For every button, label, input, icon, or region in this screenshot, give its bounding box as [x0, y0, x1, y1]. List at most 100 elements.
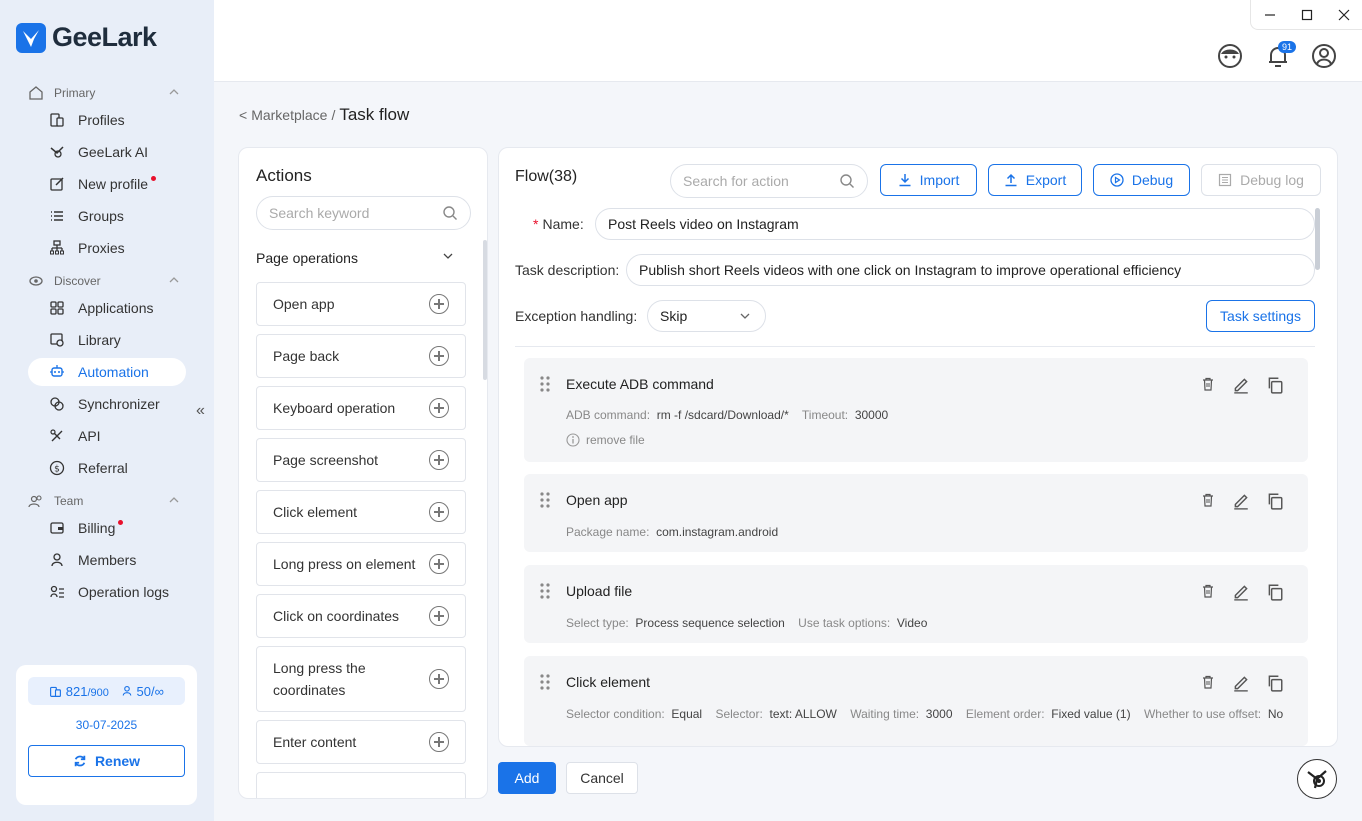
export-button[interactable]: Export	[988, 164, 1082, 196]
flow-step[interactable]: Open app Package name: com.instagram.and…	[524, 474, 1308, 552]
action-item[interactable]: Click on coordinates	[256, 594, 466, 638]
sidebar-item-label: Groups	[78, 208, 124, 224]
action-item[interactable]: Enter content	[256, 720, 466, 764]
minimize-icon[interactable]	[1264, 9, 1276, 21]
flow-step[interactable]: Execute ADB command ADB command: rm -f /…	[524, 358, 1308, 462]
user-icon	[122, 685, 132, 696]
groups-icon	[51, 211, 63, 221]
delete-icon[interactable]	[1200, 376, 1216, 392]
import-button[interactable]: Import	[880, 164, 977, 196]
edit-icon[interactable]	[1232, 376, 1250, 394]
delete-icon[interactable]	[1200, 583, 1216, 599]
plan-card: 821/900 50/∞ 30-07-2025 Renew	[16, 665, 197, 805]
cancel-button[interactable]: Cancel	[566, 762, 638, 794]
sidebar-item-geelark-ai[interactable]: GeeLark AI	[28, 138, 186, 166]
section-team[interactable]: Team	[28, 493, 180, 509]
edit-icon[interactable]	[1232, 674, 1250, 692]
support-icon[interactable]	[1216, 42, 1244, 70]
sidebar-item-label: Referral	[78, 460, 128, 476]
collapse-sidebar-icon[interactable]: «	[196, 402, 205, 420]
edit-icon[interactable]	[1232, 492, 1250, 510]
sidebar-item-billing[interactable]: Billing	[28, 514, 186, 542]
delete-icon[interactable]	[1200, 492, 1216, 508]
add-circle-icon[interactable]	[429, 554, 449, 574]
drag-handle-icon[interactable]	[540, 583, 550, 599]
sidebar-item-groups[interactable]: Groups	[28, 202, 186, 230]
copy-icon[interactable]	[1266, 583, 1284, 601]
logo-text: GeeLark	[52, 22, 157, 52]
add-circle-icon[interactable]	[429, 606, 449, 626]
sidebar-item-new-profile[interactable]: New profile	[28, 170, 186, 198]
account-icon[interactable]	[1310, 42, 1338, 70]
drag-handle-icon[interactable]	[540, 376, 550, 392]
action-item[interactable]: Long press on element	[256, 542, 466, 586]
sidebar-item-synchronizer[interactable]: Synchronizer	[28, 390, 186, 418]
copy-icon[interactable]	[1266, 376, 1284, 394]
keyword-search-input[interactable]: Search keyword	[256, 196, 471, 230]
action-item[interactable]: Page back	[256, 334, 466, 378]
operation-logs-icon	[50, 585, 64, 598]
copy-icon[interactable]	[1266, 492, 1284, 510]
task-settings-button[interactable]: Task settings	[1206, 300, 1315, 332]
section-discover[interactable]: Discover	[28, 273, 180, 289]
add-circle-icon[interactable]	[429, 450, 449, 470]
flow-step[interactable]: Click element Selector condition: Equal …	[524, 656, 1308, 746]
debug-log-button[interactable]: Debug log	[1201, 164, 1321, 196]
drag-handle-icon[interactable]	[540, 492, 550, 508]
action-item[interactable]: Long press the coordinates	[256, 646, 466, 712]
delete-icon[interactable]	[1200, 674, 1216, 690]
breadcrumb-back[interactable]: <	[239, 107, 247, 123]
copy-icon[interactable]	[1266, 674, 1284, 692]
section-primary[interactable]: Primary	[28, 85, 180, 101]
logo: GeeLark	[16, 22, 157, 53]
edit-icon[interactable]	[1232, 583, 1250, 601]
sidebar-item-api[interactable]: API	[28, 422, 186, 450]
assistant-button[interactable]	[1297, 759, 1337, 799]
sidebar-item-profiles[interactable]: Profiles	[28, 106, 186, 134]
flow-step[interactable]: Upload file Select type: Process sequenc…	[524, 565, 1308, 643]
action-item[interactable]: Click element	[256, 490, 466, 534]
add-circle-icon[interactable]	[429, 669, 449, 689]
action-item-partial[interactable]	[256, 772, 466, 798]
task-description-input[interactable]: Publish short Reels videos with one clic…	[626, 254, 1315, 286]
close-icon[interactable]	[1338, 9, 1350, 21]
add-button[interactable]: Add	[498, 762, 556, 794]
actions-scrollbar[interactable]	[483, 240, 487, 380]
step-details: Selector condition: Equal Selector: text…	[566, 707, 1284, 721]
breadcrumb-parent[interactable]: Marketplace	[251, 107, 327, 123]
sidebar-item-label: Proxies	[78, 240, 125, 256]
sidebar-item-proxies[interactable]: Proxies	[28, 234, 186, 262]
maximize-icon[interactable]	[1301, 9, 1313, 21]
action-item[interactable]: Page screenshot	[256, 438, 466, 482]
action-item[interactable]: Keyboard operation	[256, 386, 466, 430]
action-search-input[interactable]: Search for action	[670, 164, 868, 198]
sidebar-item-library[interactable]: Library	[28, 326, 186, 354]
home-icon	[29, 86, 43, 100]
step-title: Execute ADB command	[566, 376, 714, 392]
add-circle-icon[interactable]	[429, 502, 449, 522]
notification-dot	[118, 519, 124, 525]
name-input[interactable]: Post Reels video on Instagram	[595, 208, 1315, 240]
search-icon	[443, 206, 457, 220]
exception-handling-select[interactable]: Skip	[647, 300, 766, 332]
step-title: Click element	[566, 674, 651, 690]
renew-button[interactable]: Renew	[28, 745, 185, 777]
chevron-down-icon	[443, 253, 453, 259]
add-circle-icon[interactable]	[429, 294, 449, 314]
form-scrollbar[interactable]	[1315, 208, 1320, 270]
drag-handle-icon[interactable]	[540, 674, 550, 690]
sidebar-item-operation-logs[interactable]: Operation logs	[28, 578, 186, 606]
step-tools	[1200, 376, 1284, 394]
group-page-operations[interactable]: Page operations	[256, 250, 454, 266]
sidebar-item-applications[interactable]: Applications	[28, 294, 186, 322]
add-circle-icon[interactable]	[429, 346, 449, 366]
sidebar-item-referral[interactable]: $ Referral	[28, 454, 186, 482]
eye-icon	[29, 276, 43, 286]
sidebar-item-members[interactable]: Members	[28, 546, 186, 574]
debug-button[interactable]: Debug	[1093, 164, 1190, 196]
add-circle-icon[interactable]	[429, 732, 449, 752]
notification-badge: 91	[1278, 41, 1297, 53]
action-item[interactable]: Open app	[256, 282, 466, 326]
sidebar-item-automation[interactable]: Automation	[28, 358, 186, 386]
add-circle-icon[interactable]	[429, 398, 449, 418]
